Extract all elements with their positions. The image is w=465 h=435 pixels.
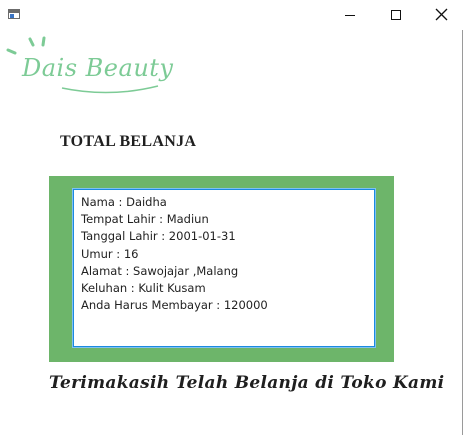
window-right-border [462,30,463,435]
window-app-icon[interactable] [8,9,20,19]
receipt-textarea[interactable]: Nama : Daidha Tempat Lahir : Madiun Tang… [73,189,375,347]
maximize-icon [391,10,401,20]
receipt-line-tempat-lahir: Tempat Lahir : Madiun [81,212,209,227]
receipt-line-keluhan: Keluhan : Kulit Kusam [81,280,206,295]
close-button[interactable] [419,0,465,30]
maximize-button[interactable] [373,0,419,30]
receipt-line-umur: Umur : 16 [81,246,139,261]
logo-underline-swoosh [61,85,159,94]
close-icon [435,8,448,21]
minimize-button[interactable] [327,0,373,30]
thank-you-message: Terimakasih Telah Belanja di Toko Kami [49,373,445,393]
receipt-line-total-bayar: Anda Harus Membayar : 120000 [81,298,268,313]
receipt-line-nama: Nama : Daidha [81,195,167,209]
brand-logo: Dais Beauty [22,54,174,82]
receipt-line-alamat: Alamat : Sawojajar ,Malang [81,263,239,278]
title-bar [0,0,465,30]
receipt-line-tanggal-lahir: Tanggal Lahir : 2001-01-31 [81,229,236,244]
receipt-panel: Nama : Daidha Tempat Lahir : Madiun Tang… [49,176,394,362]
page-title: TOTAL BELANJA [60,133,197,150]
minimize-icon [345,15,355,16]
